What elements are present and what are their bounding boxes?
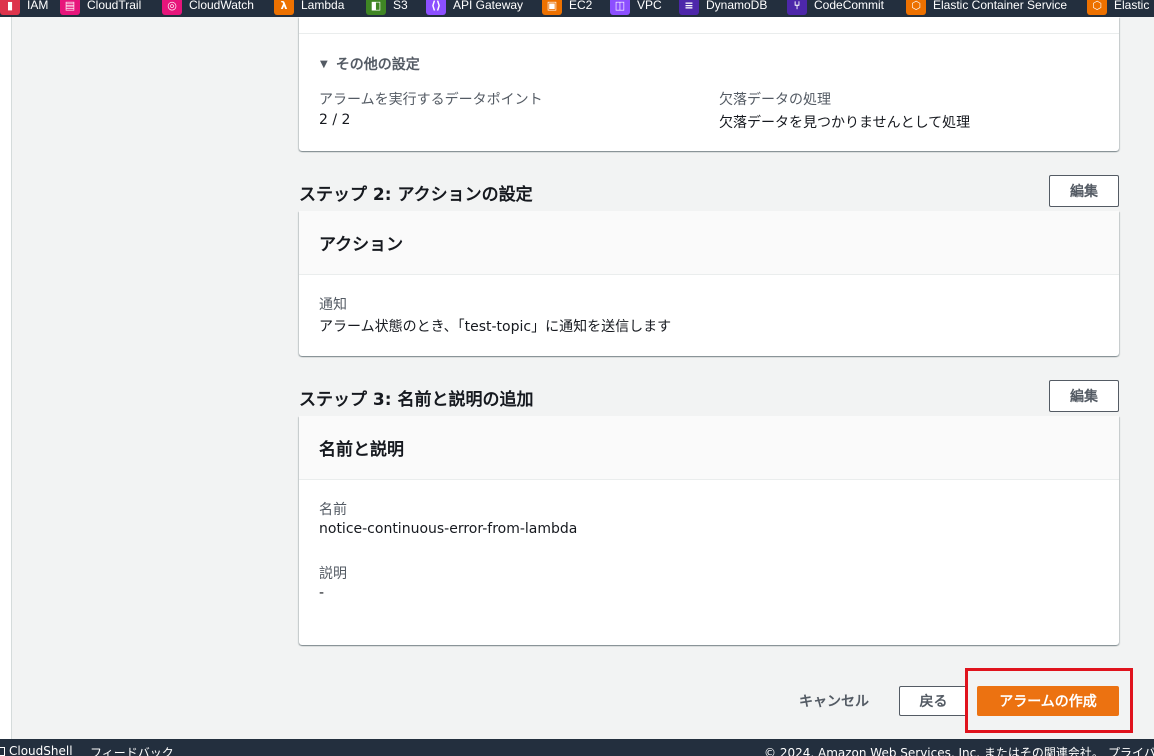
caret-down-icon: ▼ — [320, 58, 328, 70]
datapoints-value: 2 / 2 — [319, 112, 351, 128]
vpc-icon: ◫ — [610, 0, 630, 15]
more-settings-expander[interactable]: ▼ その他の設定 — [320, 54, 420, 74]
favorite-vpc[interactable]: ◫ VPC — [610, 0, 662, 16]
favorite-cloudwatch[interactable]: ◎ CloudWatch — [162, 0, 254, 16]
actions-card-title: アクション — [299, 211, 1119, 275]
cancel-button[interactable]: キャンセル — [786, 686, 882, 716]
terminal-icon — [0, 747, 5, 756]
name-description-card-title: 名前と説明 — [299, 416, 1119, 480]
favorite-iam[interactable]: ▮ IAM — [0, 0, 48, 16]
api-gateway-icon: ⟨⟩ — [426, 0, 446, 15]
description-label: 説明 — [319, 566, 347, 582]
cloudshell-link[interactable]: CloudShell — [0, 744, 73, 756]
favorite-ecs[interactable]: ⬡ Elastic Container Service — [906, 0, 1067, 16]
favorite-ec2[interactable]: ▣ EC2 — [542, 0, 592, 16]
cloudtrail-icon: ▤ — [60, 0, 80, 15]
step2-edit-button[interactable]: 編集 — [1049, 175, 1119, 207]
name-value: notice-continuous-error-from-lambda — [319, 521, 578, 537]
notification-label: 通知 — [319, 297, 347, 313]
console-footer: CloudShell フィードバック © 2024, Amazon Web Se… — [0, 739, 1154, 756]
favorite-codecommit[interactable]: ⑂ CodeCommit — [787, 0, 884, 16]
back-button[interactable]: 戻る — [899, 686, 968, 716]
iam-icon: ▮ — [0, 0, 20, 15]
missing-data-value: 欠落データを見つかりませんとして処理 — [719, 115, 971, 131]
name-label: 名前 — [319, 502, 347, 518]
copyright-text: © 2024, Amazon Web Services, Inc. またはその関… — [764, 746, 1104, 756]
codecommit-icon: ⑂ — [787, 0, 807, 15]
ec2-icon: ▣ — [542, 0, 562, 15]
cloudwatch-icon: ◎ — [162, 0, 182, 15]
divider — [299, 33, 1119, 34]
favorites-bar: ▮ IAM ▤ CloudTrail ◎ CloudWatch λ Lambda… — [0, 0, 1154, 17]
datapoints-label: アラームを実行するデータポイント — [319, 92, 543, 108]
favorite-api-gateway[interactable]: ⟨⟩ API Gateway — [426, 0, 523, 16]
s3-icon: ◧ — [366, 0, 386, 15]
favorite-elastic[interactable]: ⬡ Elastic — [1087, 0, 1149, 16]
lambda-icon: λ — [274, 0, 294, 15]
side-navigation-collapsed — [0, 17, 12, 739]
privacy-link[interactable]: プライバシー — [1108, 744, 1154, 756]
step3-edit-button[interactable]: 編集 — [1049, 380, 1119, 412]
favorite-cloudtrail[interactable]: ▤ CloudTrail — [60, 0, 141, 16]
favorite-lambda[interactable]: λ Lambda — [274, 0, 344, 16]
description-value: - — [319, 585, 325, 601]
favorite-dynamodb[interactable]: ≡ DynamoDB — [679, 0, 767, 16]
elastic-icon: ⬡ — [1087, 0, 1107, 15]
step3-heading: ステップ 3: 名前と説明の追加 — [299, 390, 534, 410]
create-alarm-button[interactable]: アラームの作成 — [977, 686, 1119, 716]
step1-card — [299, 17, 1119, 151]
notification-value: アラーム状態のとき、「test-topic」に通知を送信します — [319, 319, 672, 335]
feedback-link[interactable]: フィードバック — [90, 744, 174, 756]
missing-data-label: 欠落データの処理 — [719, 92, 831, 108]
ecs-icon: ⬡ — [906, 0, 926, 15]
dynamodb-icon: ≡ — [679, 0, 699, 15]
favorite-s3[interactable]: ◧ S3 — [366, 0, 408, 16]
step2-heading: ステップ 2: アクションの設定 — [299, 185, 533, 205]
